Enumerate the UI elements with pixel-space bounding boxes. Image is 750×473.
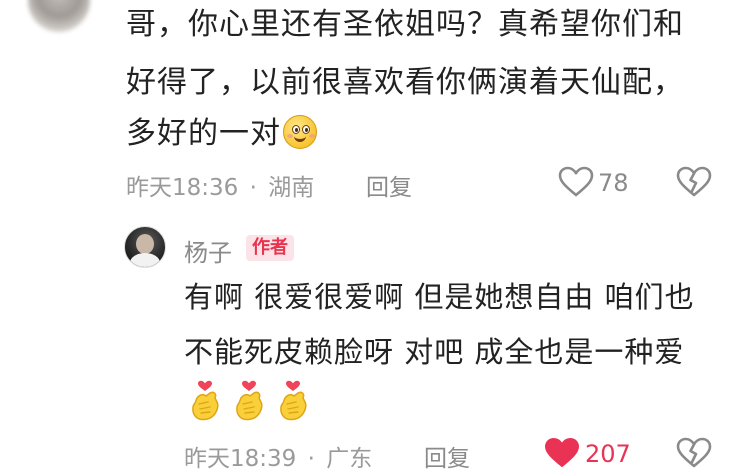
author-avatar[interactable] xyxy=(124,226,166,268)
comment-reply-button[interactable]: 回复 xyxy=(366,168,412,202)
meta-separator: · xyxy=(249,175,257,201)
broken-heart-icon xyxy=(676,437,712,468)
reply-like-count: 207 xyxy=(585,440,631,468)
reply-location: 广东 xyxy=(326,446,373,472)
heart-hands-emoji-icon xyxy=(276,380,310,421)
reply-line-2: 不能死皮赖脸呀 对吧 成全也是一种爱 xyxy=(184,335,685,369)
meta-separator: · xyxy=(307,446,315,472)
comment-meta: 昨天18:36 · 湖南 xyxy=(126,168,314,202)
smiling-face-emoji-icon xyxy=(283,115,317,149)
reply-like-button[interactable] xyxy=(544,437,580,469)
comment-location: 湖南 xyxy=(268,175,315,201)
reply-meta: 昨天18:39 · 广东 xyxy=(184,439,372,473)
reply-time: 昨天18:39 xyxy=(184,446,297,472)
author-badge: 作者 xyxy=(246,235,294,261)
comment-like-button[interactable] xyxy=(558,166,594,198)
reply-reply-button[interactable]: 回复 xyxy=(424,439,470,473)
heart-hands-emoji-icon xyxy=(188,380,222,421)
heart-outline-icon xyxy=(558,166,594,197)
heart-filled-icon xyxy=(545,438,579,467)
comment-dislike-button[interactable] xyxy=(676,166,712,198)
broken-heart-icon xyxy=(676,166,712,197)
comment-time: 昨天18:36 xyxy=(126,175,239,201)
reply-dislike-button[interactable] xyxy=(676,437,712,469)
comment-like-count: 78 xyxy=(598,169,629,197)
comment-line-1: 哥，你心里还有圣依姐吗？真希望你们和 xyxy=(126,7,684,42)
commenter-avatar[interactable] xyxy=(28,0,90,32)
author-name[interactable]: 杨子 xyxy=(184,233,232,268)
comment-line-3-text: 多好的一对 xyxy=(126,116,281,151)
reply-line-1: 有啊 很爱很爱啊 但是她想自由 咱们也 xyxy=(184,280,695,314)
heart-hands-emoji-icon xyxy=(232,380,266,421)
comment-line-2: 好得了，以前很喜欢看你俩演着天仙配， xyxy=(126,65,684,100)
comment-line-3: 多好的一对 xyxy=(126,112,317,155)
reply-emoji-row xyxy=(188,380,320,421)
